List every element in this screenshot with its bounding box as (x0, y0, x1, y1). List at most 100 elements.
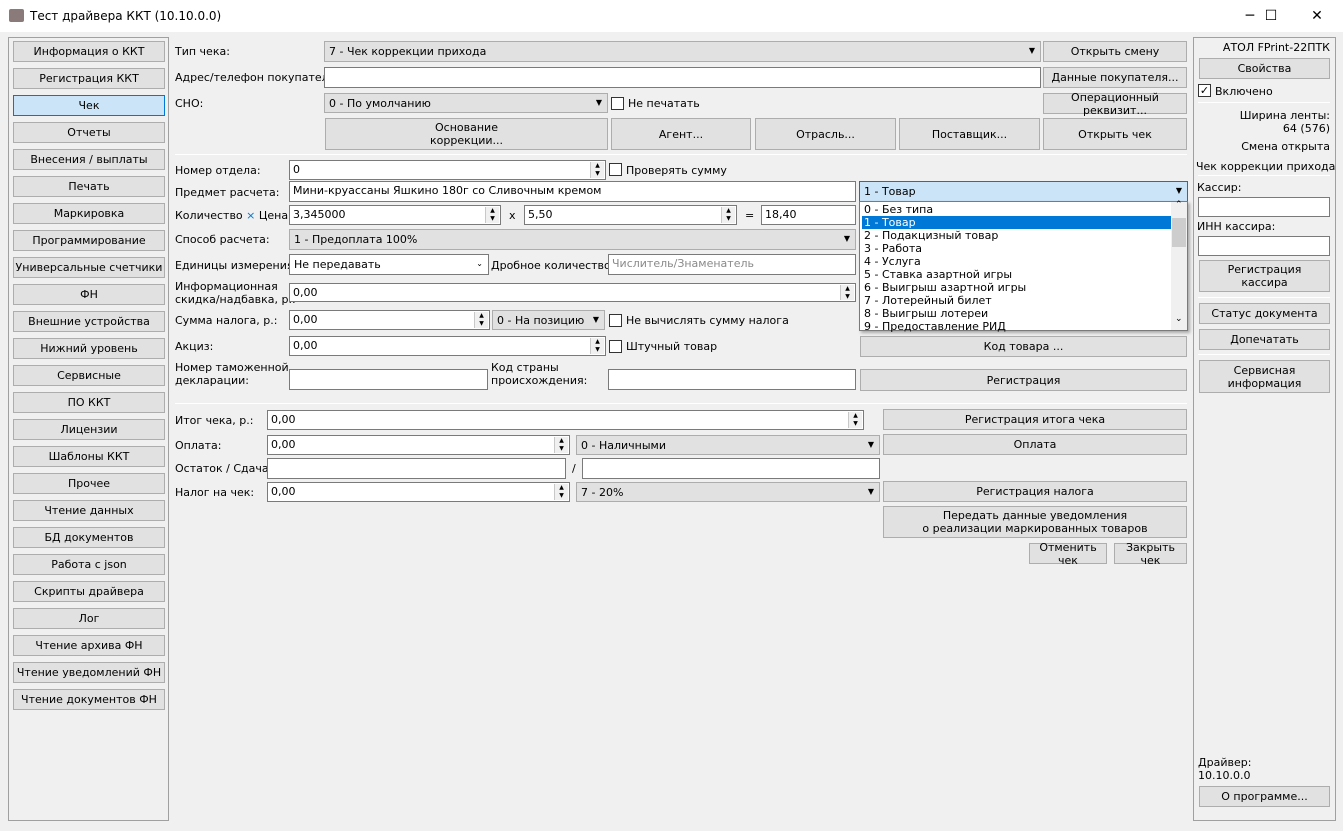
register-tax-button[interactable]: Регистрация налога (883, 481, 1187, 502)
dropdown-option[interactable]: 1 - Товар (862, 216, 1171, 229)
properties-button[interactable]: Свойства (1199, 58, 1330, 79)
receipt-tax-type-select[interactable]: 7 - 20% ▼ (576, 482, 880, 502)
dropdown-option[interactable]: 4 - Услуга (862, 255, 1171, 268)
scrollbar[interactable]: ⌃ ⌄ (1171, 200, 1187, 330)
sidebar-item-15[interactable]: Шаблоны ККТ (13, 446, 165, 467)
maximize-button[interactable]: ☐ (1248, 0, 1294, 32)
spin-arrows-icon[interactable]: ▲ ▼ (554, 484, 568, 500)
scrollbar-thumb[interactable] (1172, 218, 1186, 247)
dropdown-option[interactable]: 5 - Ставка азартной игры (862, 268, 1171, 281)
customs-input[interactable] (289, 369, 488, 390)
sidebar-item-7[interactable]: Программирование (13, 230, 165, 251)
industry-button[interactable]: Отрасль... (755, 118, 896, 150)
sidebar-item-20[interactable]: Скрипты драйвера (13, 581, 165, 602)
about-button[interactable]: О программе... (1199, 786, 1330, 807)
sidebar-item-14[interactable]: Лицензии (13, 419, 165, 440)
no-calc-tax-checkbox[interactable] (609, 314, 622, 327)
sidebar-item-19[interactable]: Работа с json (13, 554, 165, 575)
sidebar-item-17[interactable]: Чтение данных (13, 500, 165, 521)
check-sum-checkbox[interactable] (609, 163, 622, 176)
receipt-tax-spin[interactable]: 0,00 ▲ ▼ (267, 482, 570, 502)
remainder-input[interactable] (267, 458, 566, 479)
spin-arrows-icon[interactable]: ▲ ▼ (554, 437, 568, 453)
sidebar-item-12[interactable]: Сервисные (13, 365, 165, 386)
spin-arrows-icon[interactable]: ▲ ▼ (474, 312, 488, 328)
sno-select[interactable]: 0 - По умолчанию ▼ (324, 93, 608, 113)
excise-spin[interactable]: 0,00 ▲ ▼ (289, 336, 606, 356)
scroll-up-icon[interactable]: ⌃ (1175, 200, 1183, 210)
sidebar-item-5[interactable]: Печать (13, 176, 165, 197)
spin-arrows-icon[interactable]: ▲ ▼ (590, 162, 604, 178)
dropdown-option[interactable]: 6 - Выигрыш азартной игры (862, 281, 1171, 294)
open-shift-button[interactable]: Открыть смену (1043, 41, 1187, 62)
correction-basis-button[interactable]: Основание коррекции... (325, 118, 608, 150)
service-info-button[interactable]: Сервисная информация (1199, 360, 1330, 393)
fraction-input[interactable]: Числитель/Знаменатель (608, 254, 856, 275)
tax-sum-spin[interactable]: 0,00 ▲ ▼ (289, 310, 490, 330)
sidebar-item-0[interactable]: Информация о ККТ (13, 41, 165, 62)
sidebar-item-6[interactable]: Маркировка (13, 203, 165, 224)
sum-input[interactable]: 18,40 (761, 205, 856, 225)
spin-arrows-icon[interactable]: ▲ ▼ (840, 285, 854, 300)
spin-arrows-icon[interactable]: ▲ ▼ (485, 207, 499, 223)
price-spin[interactable]: 5,50 ▲ ▼ (524, 205, 737, 225)
sidebar-item-9[interactable]: ФН (13, 284, 165, 305)
sidebar-item-4[interactable]: Внесения / выплаты (13, 149, 165, 170)
sidebar-item-24[interactable]: Чтение документов ФН (13, 689, 165, 710)
dropdown-option[interactable]: 7 - Лотерейный билет (862, 294, 1171, 307)
buyer-input[interactable] (324, 67, 1041, 88)
cashier-inn-input[interactable] (1198, 236, 1330, 256)
scroll-down-icon[interactable]: ⌄ (1175, 314, 1183, 324)
tax-mode-select[interactable]: 0 - На позицию ▼ (492, 310, 605, 330)
product-code-button[interactable]: Код товара ... (860, 336, 1187, 357)
dropdown-option[interactable]: 3 - Работа (862, 242, 1171, 255)
discount-spin[interactable]: 0,00 ▲ ▼ (289, 283, 856, 302)
sidebar-item-11[interactable]: Нижний уровень (13, 338, 165, 359)
spin-arrows-icon[interactable]: ▲ ▼ (848, 412, 862, 428)
sidebar-item-2[interactable]: Чек (13, 95, 165, 116)
sidebar-item-8[interactable]: Универсальные счетчики (13, 257, 165, 278)
reprint-button[interactable]: Допечатать (1199, 329, 1330, 350)
receipt-type-select[interactable]: 7 - Чек коррекции прихода ▼ (324, 41, 1041, 62)
dropdown-option[interactable]: 9 - Предоставление РИД (862, 320, 1171, 333)
enabled-checkbox[interactable]: ✓ (1198, 84, 1211, 97)
no-print-checkbox[interactable] (611, 97, 624, 110)
sidebar-item-10[interactable]: Внешние устройства (13, 311, 165, 332)
method-select[interactable]: 1 - Предоплата 100% ▼ (289, 229, 856, 250)
open-receipt-button[interactable]: Открыть чек (1043, 118, 1187, 150)
close-receipt-button[interactable]: Закрыть чек (1114, 541, 1187, 567)
sidebar-item-1[interactable]: Регистрация ККТ (13, 68, 165, 89)
close-button[interactable]: ✕ (1294, 0, 1340, 32)
payment-type-select[interactable]: 0 - Наличными ▼ (576, 435, 880, 455)
cashier-input[interactable] (1198, 197, 1330, 217)
spin-arrows-icon[interactable]: ▲ ▼ (590, 338, 604, 354)
sidebar-item-23[interactable]: Чтение уведомлений ФН (13, 662, 165, 683)
dropdown-option[interactable]: 8 - Выигрыш лотереи (862, 307, 1171, 320)
payment-spin[interactable]: 0,00 ▲ ▼ (267, 435, 570, 455)
spin-arrows-icon[interactable]: ▲ ▼ (721, 207, 735, 223)
document-status-button[interactable]: Статус документа (1199, 303, 1330, 324)
sidebar-item-18[interactable]: БД документов (13, 527, 165, 548)
dropdown-option[interactable]: 2 - Подакцизный товар (862, 229, 1171, 242)
quantity-spin[interactable]: 3,345000 ▲ ▼ (289, 205, 501, 225)
supplier-button[interactable]: Поставщик... (899, 118, 1040, 150)
subject-input[interactable]: Мини-круассаны Яшкино 180г со Сливочным … (289, 181, 856, 202)
total-spin[interactable]: 0,00 ▲ ▼ (267, 410, 864, 430)
payment-button[interactable]: Оплата (883, 434, 1187, 455)
units-select[interactable]: Не передавать ⌄ (289, 254, 489, 275)
sidebar-item-21[interactable]: Лог (13, 608, 165, 629)
register-position-button[interactable]: Регистрация (860, 369, 1187, 391)
dropdown-option[interactable]: 0 - Без типа (862, 203, 1171, 216)
change-input[interactable] (582, 458, 880, 479)
buyer-data-button[interactable]: Данные покупателя... (1043, 67, 1187, 88)
country-input[interactable] (608, 369, 856, 390)
operational-attribute-button[interactable]: Операционный реквизит... (1043, 91, 1187, 117)
register-total-button[interactable]: Регистрация итога чека (883, 409, 1187, 430)
sidebar-item-13[interactable]: ПО ККТ (13, 392, 165, 413)
sidebar-item-3[interactable]: Отчеты (13, 122, 165, 143)
agent-button[interactable]: Агент... (611, 118, 751, 150)
department-spin[interactable]: 0 ▲ ▼ (289, 160, 606, 180)
cancel-receipt-button[interactable]: Отменить чек (1029, 541, 1107, 567)
register-cashier-button[interactable]: Регистрация кассира (1199, 260, 1330, 292)
sidebar-item-16[interactable]: Прочее (13, 473, 165, 494)
